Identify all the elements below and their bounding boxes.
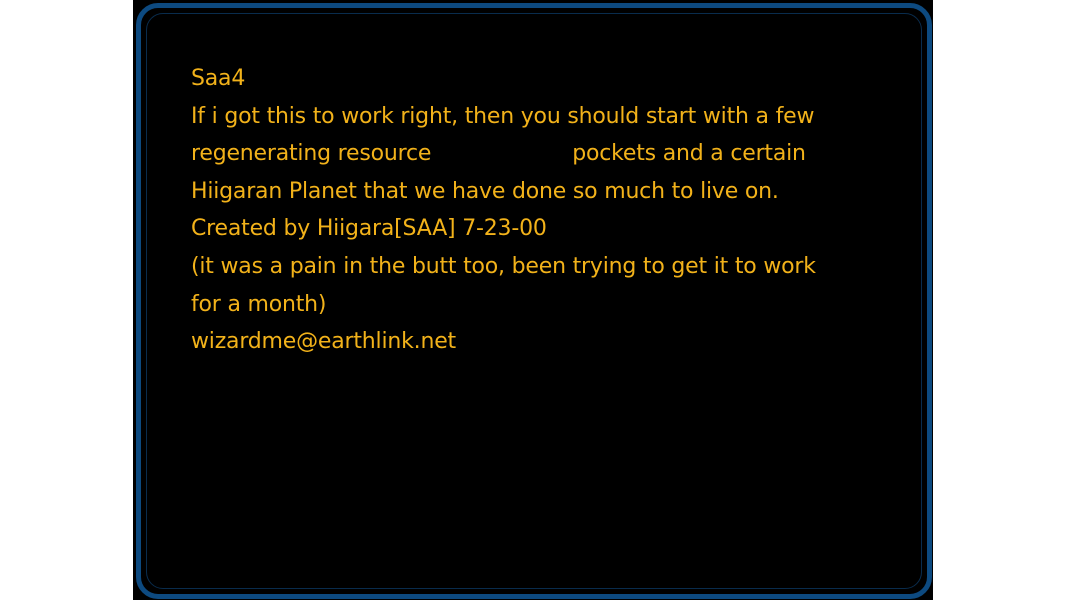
description-line-2a: regenerating resource — [191, 141, 432, 167]
description-panel: Saa4 If i got this to work right, then y… — [136, 3, 932, 599]
description-line-2: regenerating resource pockets and a certa… — [191, 135, 911, 173]
map-title: Saa4 — [191, 66, 246, 91]
description-line-3: Hiigaran Planet that we have done so muc… — [191, 178, 779, 204]
description-line-1: If i got this to work right, then you sh… — [191, 103, 815, 129]
game-screen: Saa4 If i got this to work right, then y… — [133, 0, 933, 600]
author-email: wizardme@earthlink.net — [191, 329, 456, 355]
description-line-2b: pockets and a certain — [572, 141, 806, 167]
author-credit: Created by Hiigara[SAA] 7-23-00 — [191, 216, 547, 242]
description-line-5: (it was a pain in the butt too, been try… — [191, 253, 816, 279]
description-line-6: for a month) — [191, 291, 327, 317]
description-text: Saa4 If i got this to work right, then y… — [191, 60, 911, 361]
